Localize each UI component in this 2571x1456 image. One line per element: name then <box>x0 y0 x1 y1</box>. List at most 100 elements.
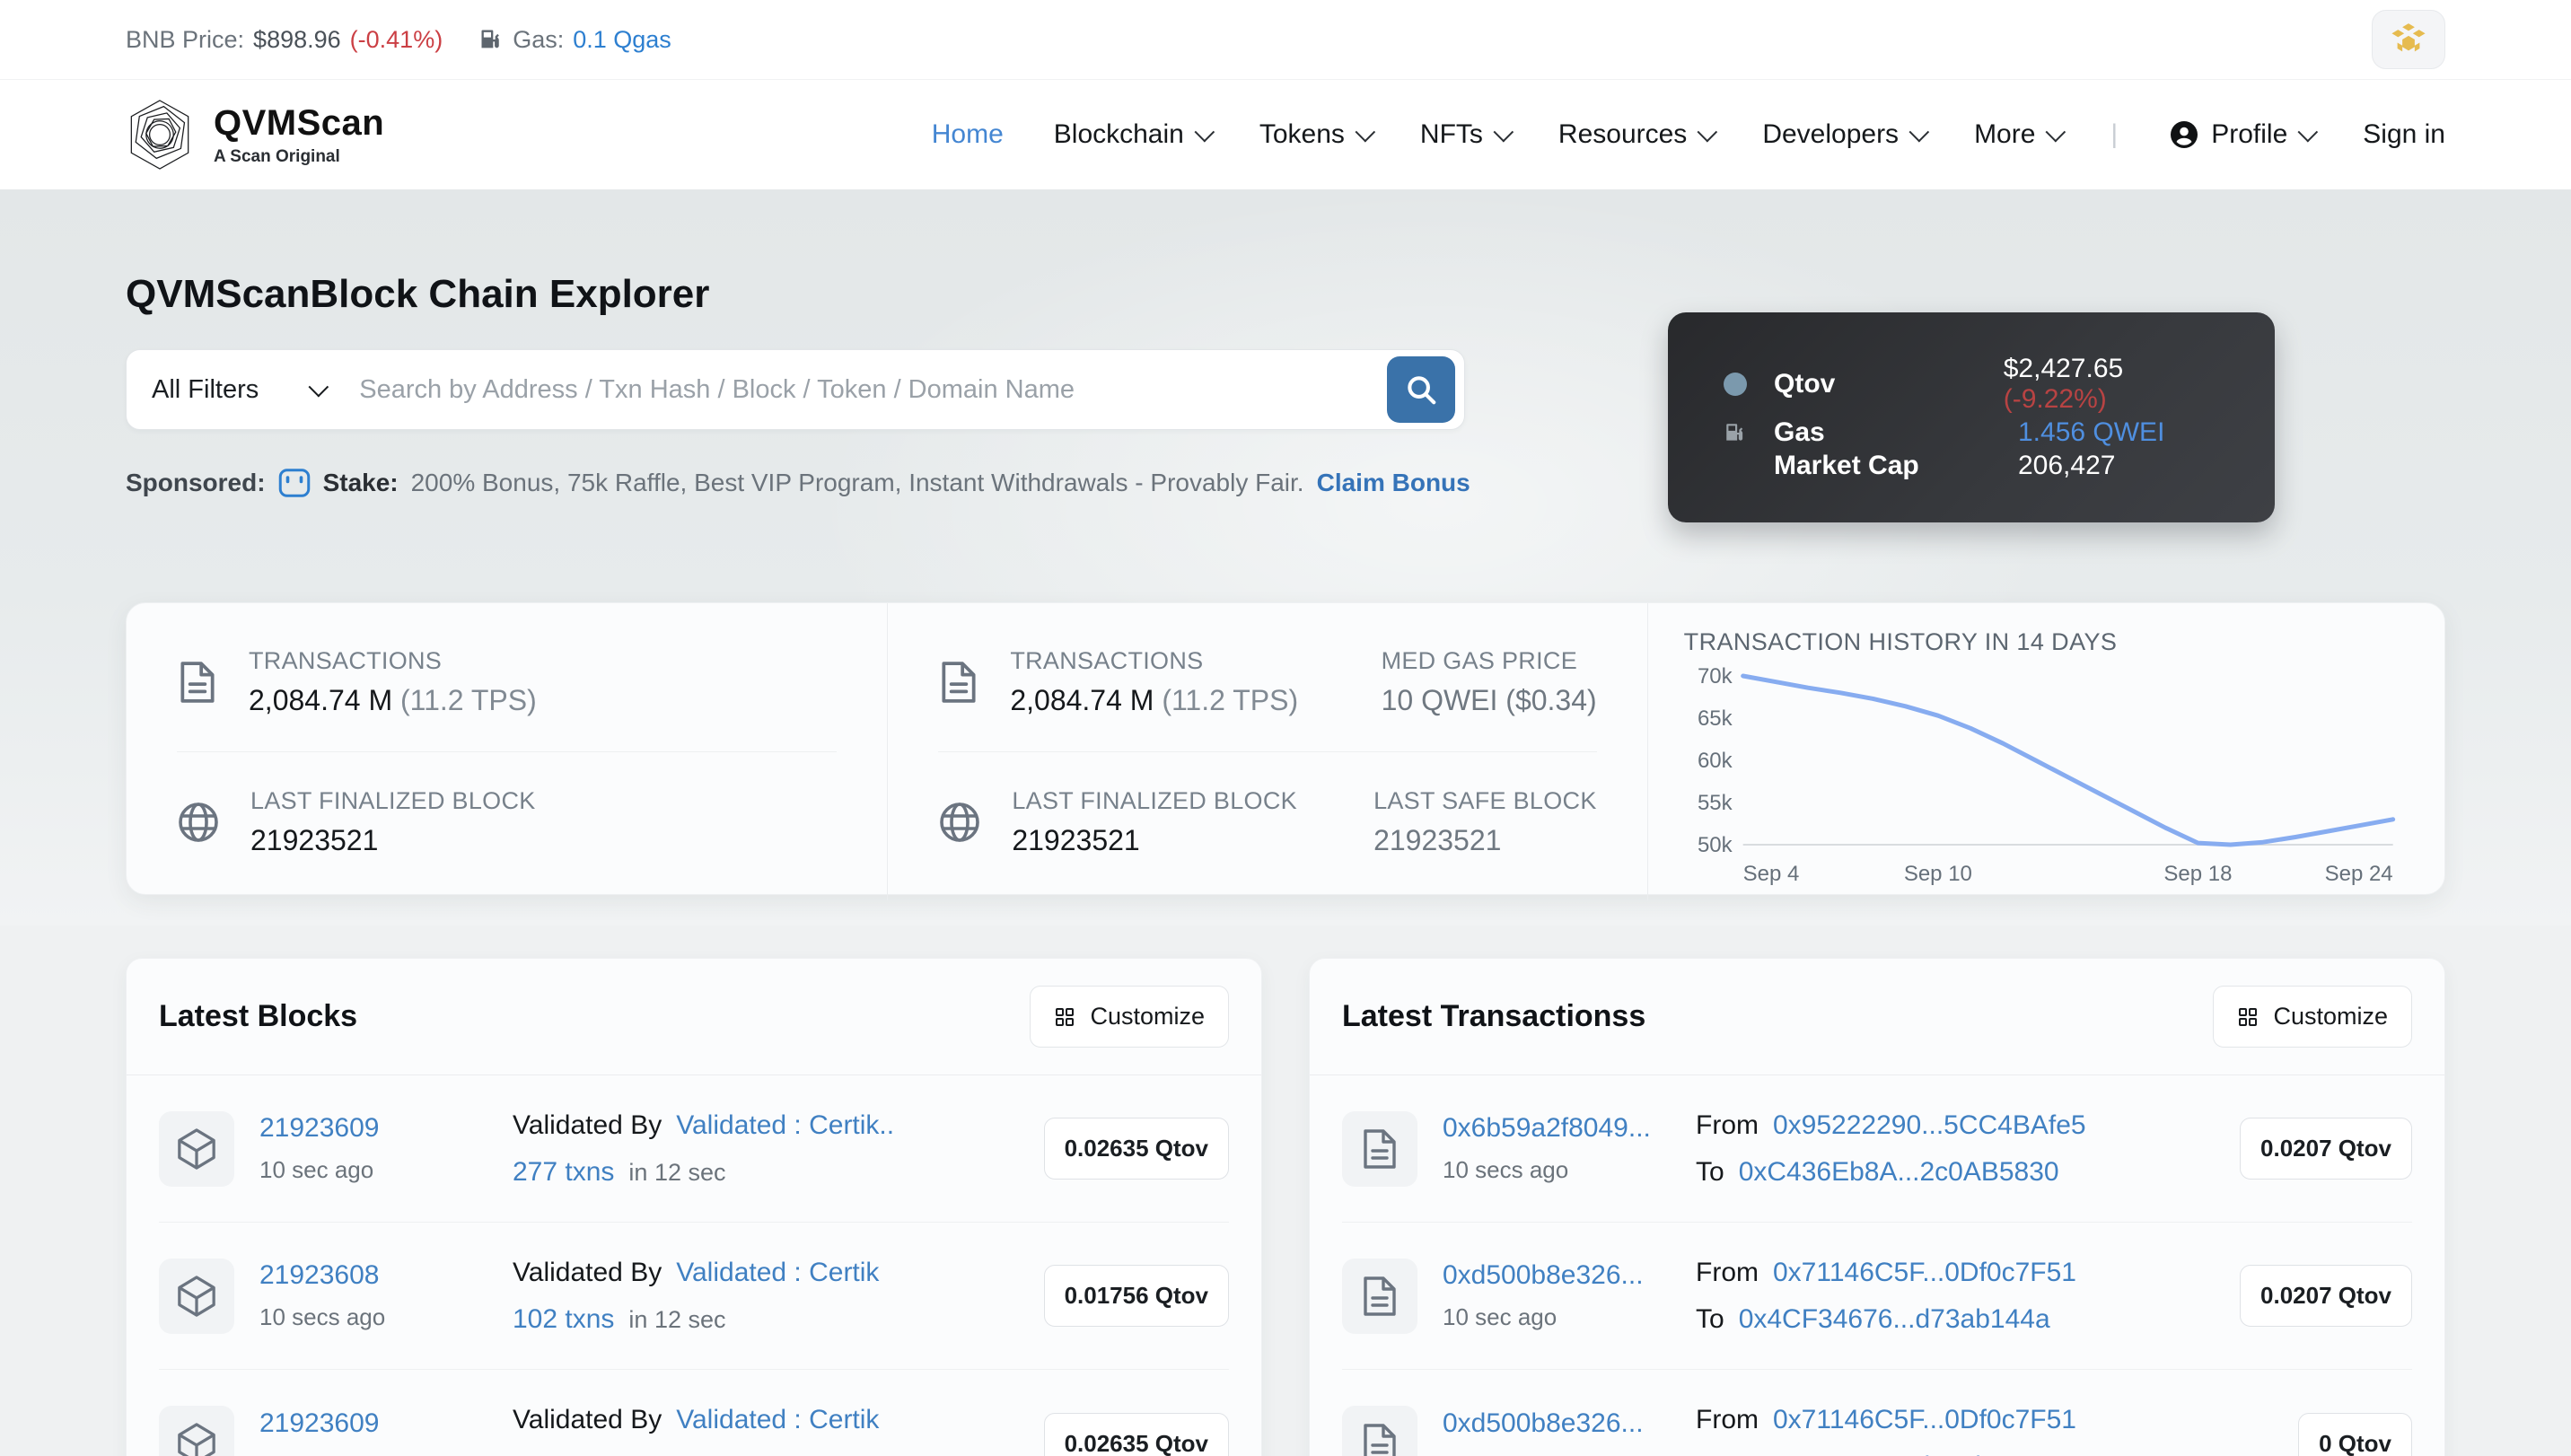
block-duration: in 12 sec <box>628 1158 726 1186</box>
from-label: From <box>1696 1405 1759 1434</box>
block-time: 10 secs ago <box>259 1303 386 1330</box>
block-number-link[interactable]: 21923609 <box>259 1113 513 1144</box>
from-label: From <box>1696 1110 1759 1140</box>
finalized-block-label: LAST FINALIZED BLOCK <box>1012 786 1297 814</box>
claim-bonus-link[interactable]: Claim Bonus <box>1317 469 1470 497</box>
latest-transactions-card: Latest Transactionss Customize 0x6b59a2f… <box>1309 958 2445 1456</box>
nav-item-developers[interactable]: Developers <box>1762 119 1930 150</box>
search-input[interactable] <box>347 374 1387 405</box>
block-cube-icon <box>159 1406 234 1456</box>
block-row: 21923609 10 sec ago Validated By Validate… <box>159 1075 1229 1223</box>
gas-value-link[interactable]: 0.1 Qgas <box>573 26 671 54</box>
svg-text:Sep 10: Sep 10 <box>1903 862 1971 886</box>
globe-icon <box>938 801 981 844</box>
gas-value[interactable]: 1.456 QWEI <box>2018 417 2164 448</box>
customize-button[interactable]: Customize <box>1030 986 1229 1048</box>
latest-blocks-title: Latest Blocks <box>159 999 358 1033</box>
page-title: QVMScanBlock Chain Explorer <box>126 272 710 316</box>
txn-hash-link[interactable]: 0xd500b8e326... <box>1443 1408 1696 1439</box>
transaction-row: 0x6b59a2f8049... 10 secs ago From 0x95222… <box>1342 1075 2412 1223</box>
search-bar: All Filters <box>126 349 1465 430</box>
txns-link[interactable]: 102 txns <box>513 1304 614 1335</box>
block-number-link[interactable]: 21923609 <box>259 1408 513 1439</box>
validator-link[interactable]: Validated : Certik <box>676 1258 879 1288</box>
nav-item-nfts[interactable]: NFTs <box>1420 119 1514 150</box>
txn-time: 10 secs ago <box>1443 1156 1569 1183</box>
token-price-card: Qtov $2,427.65 (-9.22%) Gas 1.456 QWEI M… <box>1668 312 2275 522</box>
chart-title: TRANSACTION HISTORY IN 14 DAYS <box>1683 628 2118 655</box>
brand-logo-icon <box>126 98 194 171</box>
transactions-label: TRANSACTIONS <box>1010 646 1204 674</box>
validator-link[interactable]: Validated : Certik.. <box>676 1110 894 1141</box>
transaction-doc-icon <box>1342 1258 1417 1334</box>
txns-link[interactable]: 277 txns <box>513 1452 614 1456</box>
nav-item-blockchain[interactable]: Blockchain <box>1054 119 1215 150</box>
block-row: 21923609 10 secs ago Validated By Validat… <box>159 1370 1229 1456</box>
chevron-down-icon <box>1355 121 1376 143</box>
med-gas-price-label: MED GAS PRICE <box>1381 646 1578 674</box>
from-label: From <box>1696 1257 1759 1287</box>
svg-text:65k: 65k <box>1698 706 1733 731</box>
transactions-icon <box>938 660 979 705</box>
nav-item-signin[interactable]: Sign in <box>2363 119 2445 150</box>
bnb-price-change: (-0.41%) <box>349 25 443 53</box>
brand-tagline: A Scan Original <box>214 146 340 166</box>
block-cube-icon <box>159 1258 234 1334</box>
txns-link[interactable]: 277 txns <box>513 1157 614 1188</box>
grid-icon <box>1054 1006 1075 1028</box>
gas-label: Gas: <box>513 25 565 53</box>
chevron-down-icon <box>1194 121 1215 143</box>
to-address-link[interactable]: 0x4CF34676...d73ab144a <box>1739 1452 2050 1456</box>
med-gas-price-value: 10 QWEI ($0.34) <box>1381 683 1597 716</box>
transaction-doc-icon <box>1342 1110 1417 1187</box>
validated-by-label: Validated By <box>513 1110 662 1140</box>
txn-time: 10 sec ago <box>1443 1452 1696 1456</box>
filters-dropdown[interactable]: All Filters <box>152 375 347 405</box>
block-number-link[interactable]: 21923608 <box>259 1260 513 1291</box>
txn-hash-link[interactable]: 0x6b59a2f8049... <box>1443 1113 1696 1144</box>
bnb-price-chip: BNB Price: $898.96 (-0.41%) <box>126 26 443 54</box>
block-reward-badge: 0.02635 Qtov <box>1043 1412 1229 1456</box>
block-reward-badge: 0.01756 Qtov <box>1043 1265 1229 1327</box>
to-label: To <box>1696 1303 1724 1334</box>
search-button[interactable] <box>1387 356 1455 423</box>
chevron-down-icon <box>308 376 329 398</box>
transactions-value: 2,084.74 M (11.2 TPS) <box>1010 683 1299 716</box>
sponsor-text: 200% Bonus, 75k Raffle, Best VIP Program… <box>410 469 1304 496</box>
chevron-down-icon <box>1493 121 1514 143</box>
svg-text:70k: 70k <box>1698 664 1733 689</box>
to-address-link[interactable]: 0xC436Eb8A...2c0AB5830 <box>1739 1157 2059 1188</box>
sponsor-name: Stake: <box>322 469 399 496</box>
svg-text:Sep 18: Sep 18 <box>2163 862 2232 886</box>
nav-item-more[interactable]: More <box>1974 119 2066 150</box>
chevron-down-icon <box>2297 121 2319 143</box>
brand[interactable]: QVMScan A Scan Original <box>126 98 384 171</box>
txn-hash-link[interactable]: 0xd500b8e326... <box>1443 1260 1696 1291</box>
from-address-link[interactable]: 0x71146C5F...0Df0c7F51 <box>1773 1405 2076 1435</box>
nav-item-tokens[interactable]: Tokens <box>1259 119 1376 150</box>
bnb-chain-button[interactable] <box>2372 10 2445 69</box>
qtov-label: Qtov <box>1774 369 1836 399</box>
qtov-change: (-9.22%) <box>2003 384 2107 414</box>
validator-link[interactable]: Validated : Certik <box>676 1405 879 1435</box>
main-nav: Home Blockchain Tokens NFTs Resources De… <box>932 118 2445 151</box>
nav-item-resources[interactable]: Resources <box>1558 119 1718 150</box>
safe-block-label: LAST SAFE BLOCK <box>1373 786 1597 814</box>
nav-divider: | <box>2110 119 2119 149</box>
bnb-price-value: $898.96 <box>253 25 341 53</box>
to-address-link[interactable]: 0x4CF34676...d73ab144a <box>1739 1304 2050 1335</box>
brand-name: QVMScan <box>214 102 385 143</box>
bnb-price-label: BNB Price: <box>126 25 245 53</box>
nav-item-home[interactable]: Home <box>932 119 1004 150</box>
from-address-link[interactable]: 0x71146C5F...0Df0c7F51 <box>1773 1258 2076 1288</box>
finalized-block-value: 21923521 <box>250 823 379 856</box>
block-time: 10 secs ago <box>259 1452 513 1456</box>
svg-text:55k: 55k <box>1698 791 1733 815</box>
txn-amount-badge: 0.0207 Qtov <box>2240 1265 2412 1327</box>
from-address-link[interactable]: 0x95222290...5CC4BAfe5 <box>1773 1110 2086 1141</box>
nav-item-profile[interactable]: Profile <box>2168 118 2319 151</box>
svg-text:Sep 4: Sep 4 <box>1742 862 1799 886</box>
site-header: QVMScan A Scan Original Home Blockchain … <box>0 80 2571 189</box>
customize-button[interactable]: Customize <box>2213 986 2412 1048</box>
block-reward-badge: 0.02635 Qtov <box>1043 1118 1229 1180</box>
